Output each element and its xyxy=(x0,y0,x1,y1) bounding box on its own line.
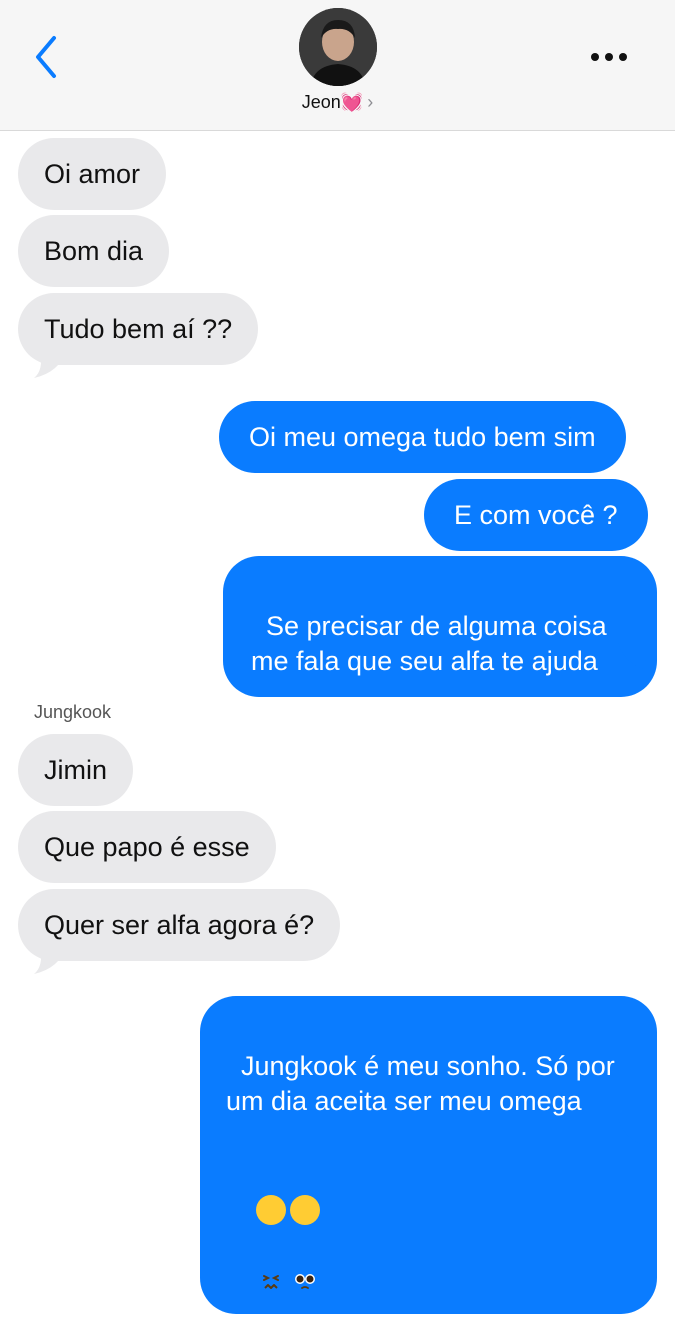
sender-label: Jungkook xyxy=(34,702,112,722)
message-text: Que papo é esse xyxy=(44,831,250,862)
more-options-button[interactable] xyxy=(585,42,635,72)
outgoing-bubble-tail xyxy=(618,642,654,672)
message-text: Se precisar de alguma coisa me fala que … xyxy=(251,611,615,676)
incoming-message[interactable]: Oi amor xyxy=(18,138,167,210)
outgoing-bubble-tail xyxy=(618,1118,654,1148)
message-text: Quer ser alfa agora é? xyxy=(44,909,315,940)
contact-name-button[interactable]: Jeon💓 › xyxy=(0,92,675,113)
message-text: Bom dia xyxy=(44,235,144,266)
outgoing-message[interactable]: Oi meu omega tudo bem sim xyxy=(219,401,626,473)
outgoing-message[interactable]: Se precisar de alguma coisa me fala que … xyxy=(223,556,657,697)
message-text: Jimin xyxy=(44,754,108,785)
incoming-message[interactable]: Jimin xyxy=(18,734,134,806)
message-text: E com você ? xyxy=(454,499,618,530)
more-dots-icon xyxy=(591,53,627,61)
message-text: Jungkook é meu sonho. Só por um dia acei… xyxy=(226,1051,623,1116)
message-text: Oi meu omega tudo bem sim xyxy=(249,421,596,452)
message-text: Tudo bem aí ?? xyxy=(44,313,233,344)
message-text: Oi amor xyxy=(44,158,141,189)
contact-avatar[interactable] xyxy=(299,8,377,86)
incoming-message[interactable]: Que papo é esse xyxy=(18,811,276,883)
chevron-left-icon xyxy=(36,36,56,78)
avatar-photo xyxy=(299,8,377,86)
emoji-row xyxy=(226,1156,627,1289)
incoming-bubble-tail xyxy=(34,946,66,974)
incoming-message[interactable]: Bom dia xyxy=(18,215,170,287)
chevron-right-icon: › xyxy=(367,92,374,112)
back-button[interactable] xyxy=(28,32,68,82)
outgoing-message[interactable]: Jungkook é meu sonho. Só por um dia acei… xyxy=(200,996,657,1314)
incoming-bubble-tail xyxy=(34,350,66,378)
conversation-header: Jeon💓 › xyxy=(0,0,675,131)
contact-name: Jeon💓 xyxy=(301,92,364,112)
persevering-face-emoji xyxy=(256,1194,287,1289)
pleading-face-emoji xyxy=(290,1194,321,1289)
outgoing-message[interactable]: E com você ? xyxy=(424,479,648,551)
